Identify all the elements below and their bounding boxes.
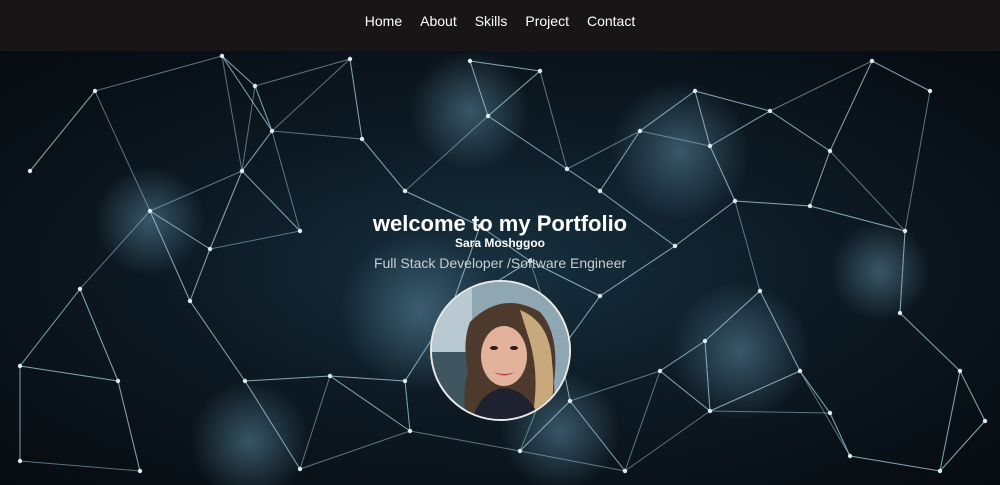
- nav-about-link[interactable]: About: [411, 13, 466, 29]
- nav-project-link[interactable]: Project: [516, 13, 578, 29]
- nav-home-link[interactable]: Home: [356, 13, 411, 29]
- hero-content: welcome to my Portfolio Sara Moshggoo Fu…: [0, 51, 1000, 485]
- profile-avatar: [430, 280, 571, 421]
- profile-photo: [432, 282, 569, 419]
- hero-section: welcome to my Portfolio Sara Moshggoo Fu…: [0, 51, 1000, 485]
- hero-title: welcome to my Portfolio: [372, 211, 628, 236]
- nav-menu: Home About Skills Project Contact: [356, 12, 644, 31]
- nav-contact-link[interactable]: Contact: [578, 13, 644, 29]
- top-navbar: Home About Skills Project Contact: [0, 0, 1000, 51]
- hero-role: Full Stack Developer /Software Engineer: [373, 255, 627, 271]
- hero-name: Sara Moshggoo: [454, 236, 545, 250]
- nav-skills-link[interactable]: Skills: [466, 13, 517, 29]
